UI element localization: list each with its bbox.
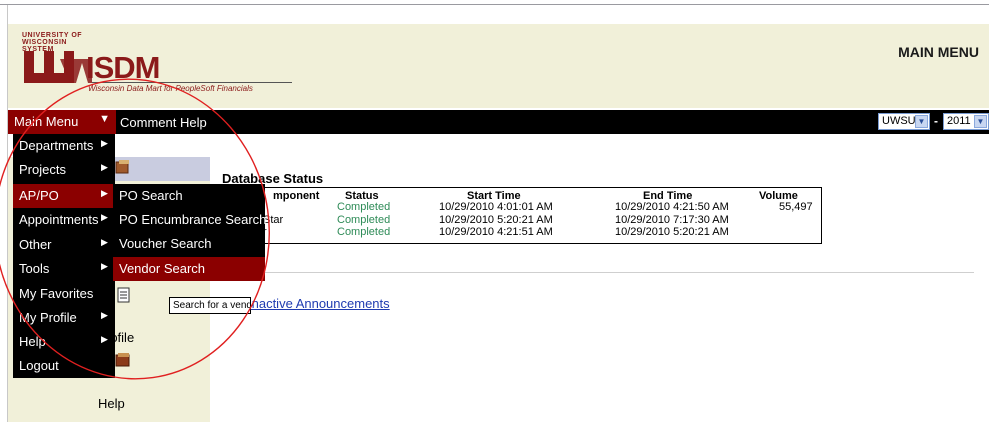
- select-separator: -: [934, 114, 938, 128]
- menu-item-my-favorites[interactable]: My Favorites: [13, 282, 115, 306]
- logo-tagline: Wisconsin Data Mart for PeopleSoft Finan…: [88, 84, 253, 93]
- menu-item-label: AP/PO: [19, 188, 59, 203]
- menu-item-my-profile[interactable]: My Profile ▶: [13, 306, 115, 330]
- caret-down-icon: ▼: [99, 113, 110, 125]
- table-cell-volume: 55,497: [779, 201, 813, 213]
- menu-item-label: Departments: [19, 138, 94, 153]
- menu-item-other[interactable]: Other ▶: [13, 233, 115, 257]
- table-cell-status: Completed: [337, 201, 391, 213]
- business-unit-select[interactable]: UWSUP ▼: [878, 113, 930, 130]
- submenu-item-voucher-search[interactable]: Voucher Search: [113, 232, 265, 256]
- menu-item-label: Other: [19, 237, 52, 252]
- book-icon: [115, 353, 130, 367]
- column-header-component: mponent: [273, 190, 320, 202]
- database-status-table: mponent Status Start Time End Time Volum…: [222, 187, 822, 244]
- logo-text-line1: UNIVERSITY OF: [22, 32, 83, 39]
- uw-isdm-logo: UNIVERSITY OF WISCONSIN SYSTEM ISDM Wisc…: [22, 32, 302, 102]
- table-cell-status: Completed: [337, 214, 391, 226]
- uw-logo-mark-icon: [24, 51, 92, 83]
- menu-item-ap-po[interactable]: AP/PO ▶: [13, 184, 115, 208]
- fiscal-year-select[interactable]: 2011 ▼: [943, 113, 989, 130]
- menu-item-departments[interactable]: Departments ▶: [13, 134, 115, 158]
- submenu-item-vendor-search[interactable]: Vendor Search: [113, 257, 265, 281]
- book-icon: [115, 160, 129, 174]
- logo-underline: [92, 82, 292, 83]
- menu-item-appointments[interactable]: Appointments ▶: [13, 208, 115, 232]
- sidebar-help-link[interactable]: Help: [98, 396, 125, 411]
- arrow-right-icon: ▶: [101, 310, 108, 320]
- arrow-right-icon: ▶: [101, 138, 108, 148]
- logo-isdm: ISDM: [86, 50, 160, 85]
- menu-item-tools[interactable]: Tools ▶: [13, 257, 115, 281]
- window-top-border: [0, 4, 989, 5]
- table-cell-end: 10/29/2010 7:17:30 AM: [615, 214, 729, 226]
- arrow-right-icon: ▶: [101, 261, 108, 271]
- table-cell-start: 10/29/2010 4:21:51 AM: [439, 226, 553, 238]
- table-cell-end: 10/29/2010 4:21:50 AM: [615, 201, 729, 213]
- menu-item-label: Projects: [19, 162, 66, 177]
- chevron-down-icon: ▼: [974, 115, 987, 128]
- ap-po-submenu: PO Search PO Encumbrance Search Voucher …: [113, 184, 266, 281]
- page-title: MAIN MENU: [898, 44, 979, 60]
- chevron-down-icon: ▼: [915, 115, 928, 128]
- page-header: UNIVERSITY OF WISCONSIN SYSTEM ISDM Wisc…: [8, 24, 989, 108]
- arrow-right-icon: ▶: [101, 237, 108, 247]
- main-menu-dropdown: Departments ▶ Projects ▶ AP/PO ▶ Appoint…: [13, 134, 115, 378]
- arrow-right-icon: ▶: [101, 334, 108, 344]
- table-cell-start: 10/29/2010 4:01:01 AM: [439, 201, 553, 213]
- table-cell-status: Completed: [337, 226, 391, 238]
- menu-item-projects[interactable]: Projects ▶: [13, 158, 115, 182]
- menu-item-logout[interactable]: Logout: [13, 354, 115, 378]
- table-cell-end: 10/29/2010 5:20:21 AM: [615, 226, 729, 238]
- arrow-right-icon: ▶: [101, 162, 108, 172]
- table-cell-start: 10/29/2010 5:20:21 AM: [439, 214, 553, 226]
- document-icon: [117, 287, 130, 303]
- menu-item-label: Appointments: [19, 212, 99, 227]
- main-menu-button[interactable]: Main Menu ▼: [8, 110, 116, 134]
- menu-item-label: My Profile: [19, 310, 77, 325]
- vendor-search-tooltip: Search for a vendor.: [169, 297, 251, 314]
- submenu-item-po-search[interactable]: PO Search: [113, 184, 265, 208]
- main-menu-label: Main Menu: [14, 114, 79, 129]
- menu-item-label: Logout: [19, 358, 59, 373]
- menu-item-help[interactable]: Help ▶: [13, 330, 115, 354]
- menu-item-label: Help: [19, 334, 46, 349]
- help-link[interactable]: Help: [180, 115, 207, 130]
- menu-item-label: Tools: [19, 261, 50, 276]
- submenu-item-po-encumbrance-search[interactable]: PO Encumbrance Search: [113, 208, 266, 232]
- arrow-right-icon: ▶: [101, 188, 108, 198]
- fiscal-year-value: 2011: [947, 115, 971, 127]
- inactive-announcements-link[interactable]: Inactive Announcements: [248, 296, 390, 311]
- menu-item-label: My Favorites: [19, 286, 94, 301]
- section-divider: [222, 272, 974, 273]
- comment-link[interactable]: Comment: [120, 115, 176, 130]
- top-navbar: Main Menu ▼ Comment Help UWSUP ▼ - 2011 …: [8, 110, 989, 134]
- arrow-right-icon: ▶: [101, 212, 108, 222]
